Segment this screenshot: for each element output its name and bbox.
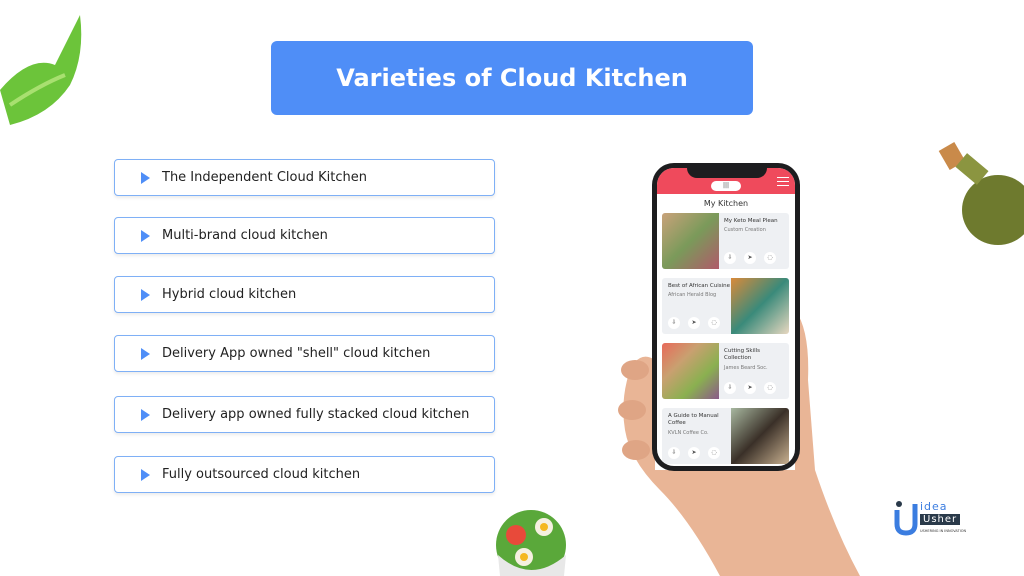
coffee-image [731, 408, 789, 464]
play-arrow-icon [141, 468, 150, 481]
home-pill: ||| [711, 181, 741, 191]
play-arrow-icon [141, 408, 150, 421]
list-item: Fully outsourced cloud kitchen [114, 456, 495, 493]
play-arrow-icon [141, 347, 150, 360]
list-item-label: Fully outsourced cloud kitchen [162, 467, 361, 482]
card-subtitle: James Beard Soc. [724, 364, 768, 371]
play-arrow-icon [141, 229, 150, 242]
app-header: ||| [657, 168, 795, 194]
list-item: The Independent Cloud Kitchen [114, 159, 495, 196]
chat-icon[interactable]: ◌ [764, 252, 776, 264]
download-icon[interactable]: ⇩ [724, 252, 736, 264]
send-icon[interactable]: ➤ [688, 447, 700, 459]
card-title: My Keto Meal Plean [724, 218, 778, 224]
list-item: Delivery App owned "shell" cloud kitchen [114, 335, 495, 372]
phone-screen: ||| My Kitchen My Keto Meal Plean Custom … [657, 168, 795, 466]
list-item: Delivery app owned fully stacked cloud k… [114, 396, 495, 433]
cutting-skills-image [662, 343, 719, 399]
play-arrow-icon [141, 171, 150, 184]
download-icon[interactable]: ⇩ [724, 382, 736, 394]
meal-prep-image [662, 213, 719, 269]
lettuce-decoration [0, 15, 82, 125]
screen-title: My Kitchen [703, 199, 749, 208]
chat-icon[interactable]: ◌ [708, 447, 720, 459]
oil-bottle-decoration [938, 141, 1024, 245]
send-icon[interactable]: ➤ [744, 382, 756, 394]
list-item-label: Hybrid cloud kitchen [162, 287, 297, 302]
card-title: A Guide to Manual Coffee [668, 413, 719, 427]
salad-bowl-decoration [496, 510, 566, 576]
card-subtitle: Custom Creation [724, 227, 766, 234]
list-item: Hybrid cloud kitchen [114, 276, 495, 313]
hamburger-menu-icon[interactable] [777, 177, 789, 186]
play-arrow-icon [141, 288, 150, 301]
card-title: Best of African Cuisine [668, 283, 731, 289]
kitchen-card[interactable]: A Guide to Manual Coffee KVLN Coffee Co. … [662, 408, 789, 464]
send-icon[interactable]: ➤ [744, 252, 756, 264]
ideausher-logo: idea Usher USHERING IN INNOVATION [893, 500, 985, 536]
card-subtitle: African Herald Blog [668, 292, 717, 299]
kitchen-card[interactable]: Best of African Cuisine African Herald Bl… [662, 278, 789, 334]
card-title: Cutting Skills Collection [724, 348, 761, 362]
card-subtitle: KVLN Coffee Co. [668, 429, 709, 436]
list-item: Multi-brand cloud kitchen [114, 217, 495, 254]
download-icon[interactable]: ⇩ [668, 317, 680, 329]
download-icon[interactable]: ⇩ [668, 447, 680, 459]
chat-icon[interactable]: ◌ [708, 317, 720, 329]
kitchen-card[interactable]: Cutting Skills Collection James Beard Soc… [662, 343, 789, 399]
phone-mockup: ||| My Kitchen My Keto Meal Plean Custom … [652, 163, 800, 471]
kitchen-card[interactable]: My Keto Meal Plean Custom Creation ⇩ ➤ ◌ [662, 213, 789, 269]
list-item-label: Multi-brand cloud kitchen [162, 228, 328, 243]
chat-icon[interactable]: ◌ [764, 382, 776, 394]
african-cuisine-image [731, 278, 789, 334]
list-item-label: Delivery app owned fully stacked cloud k… [162, 407, 470, 422]
send-icon[interactable]: ➤ [688, 317, 700, 329]
page-title: Varieties of Cloud Kitchen [271, 41, 753, 115]
list-item-label: The Independent Cloud Kitchen [162, 170, 367, 185]
list-item-label: Delivery App owned "shell" cloud kitchen [162, 346, 431, 361]
